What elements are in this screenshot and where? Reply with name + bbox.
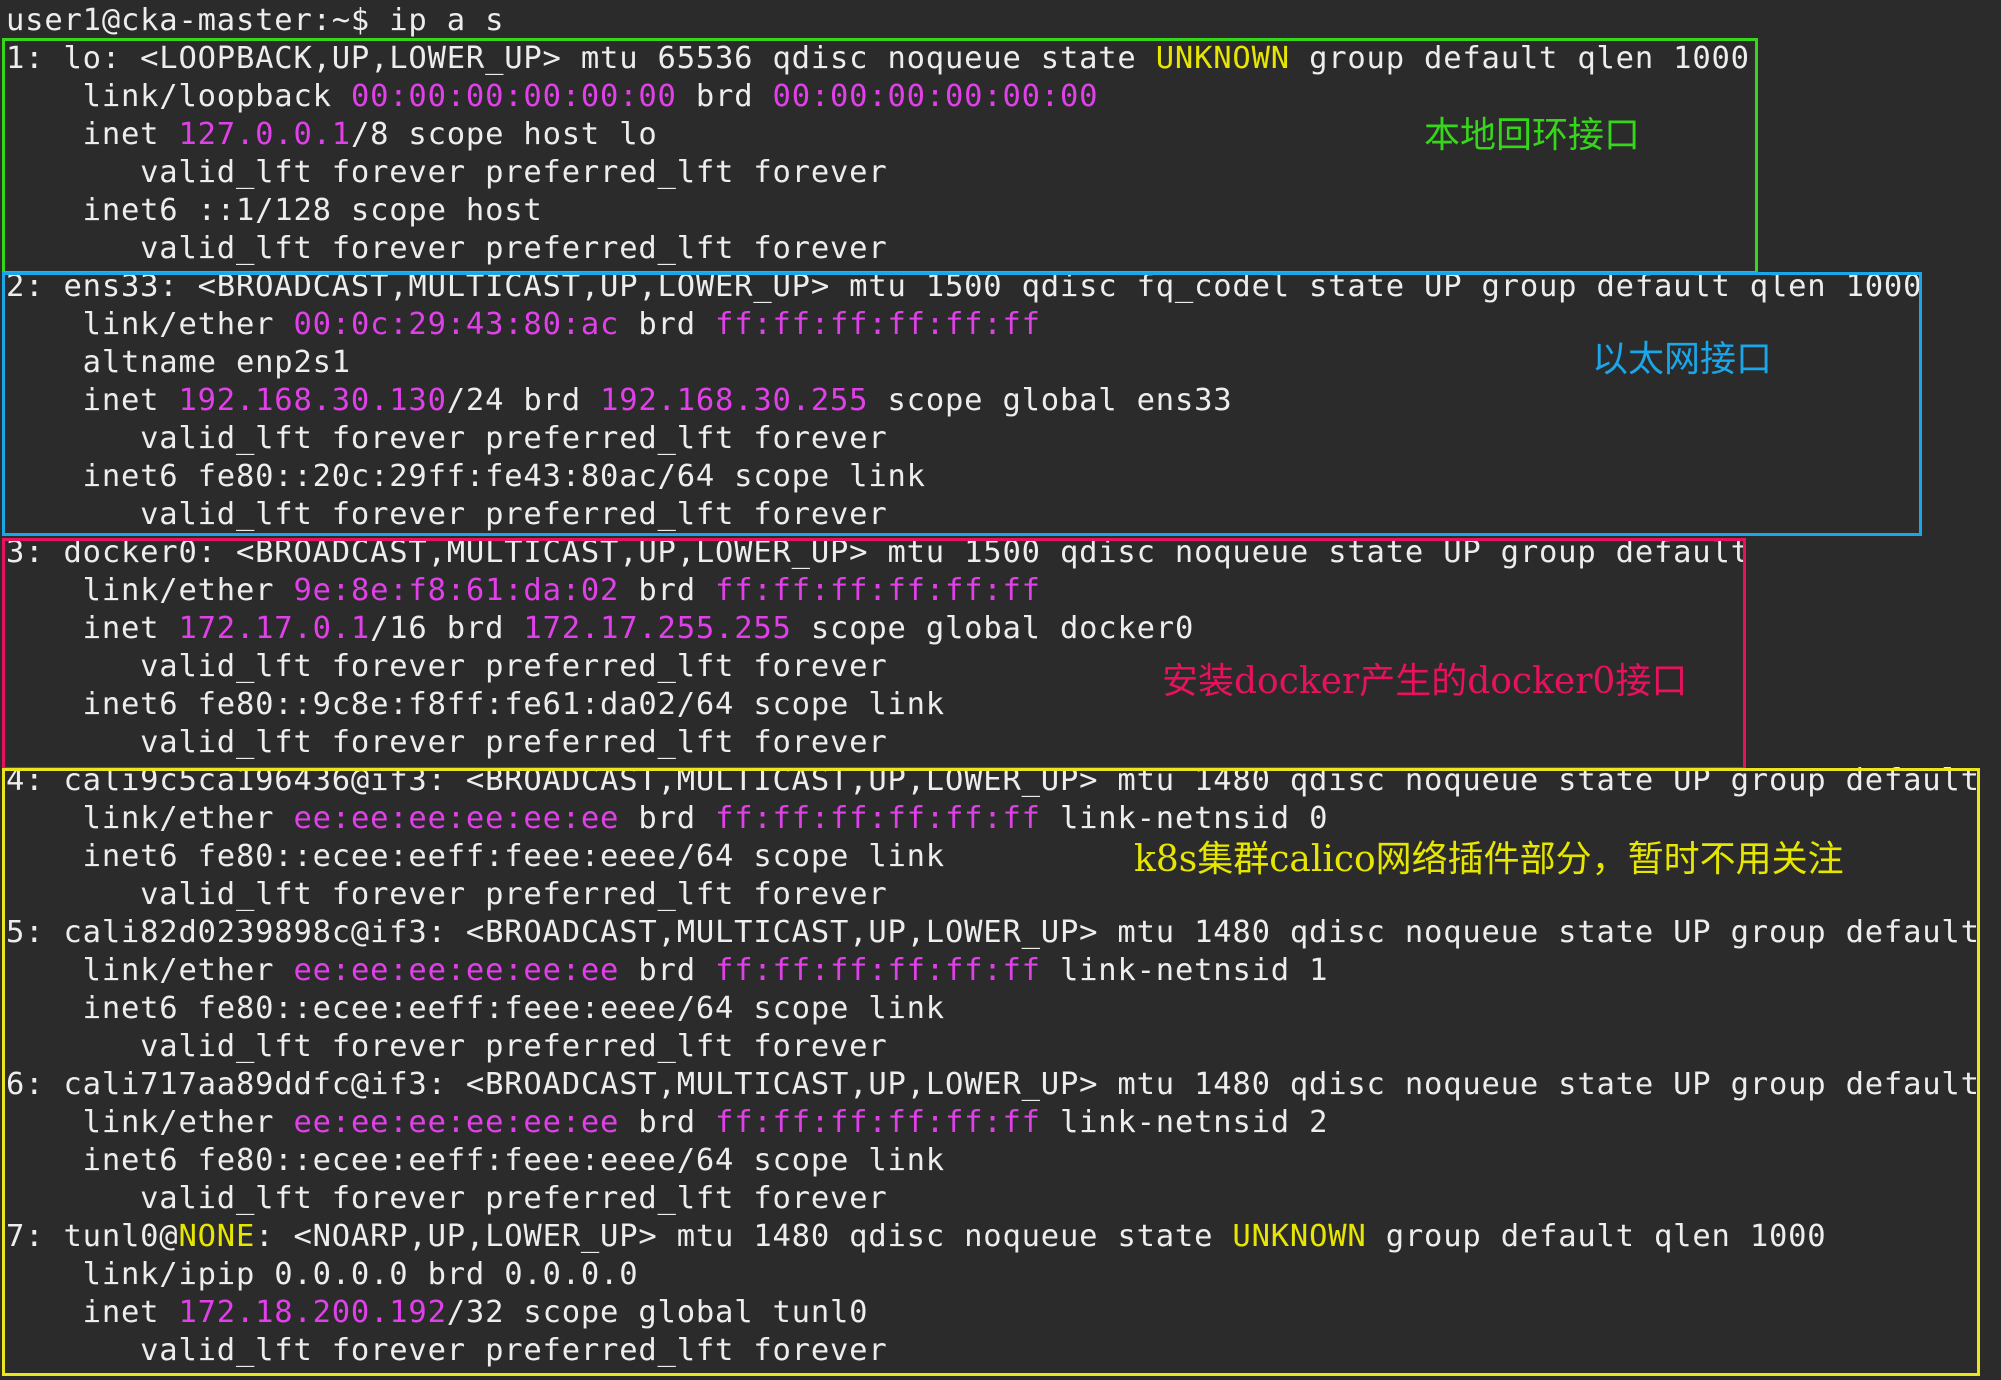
calico-annotation: k8s集群calico网络插件部分，暂时不用关注 — [1134, 839, 1844, 880]
shell-prompt-line: user1@cka-master:~$ ip a s — [6, 3, 505, 38]
ethernet-highlight-box — [2, 272, 1922, 536]
loopback-annotation: 本地回环接口 — [1424, 115, 1641, 156]
docker-highlight-box — [2, 538, 1746, 770]
ethernet-annotation: 以太网接口 — [1592, 339, 1773, 380]
terminal-window[interactable]: user1@cka-master:~$ ip a s 1: lo: <LOOPB… — [0, 0, 2001, 1380]
docker-annotation: 安装docker产生的docker0接口 — [1162, 661, 1688, 702]
